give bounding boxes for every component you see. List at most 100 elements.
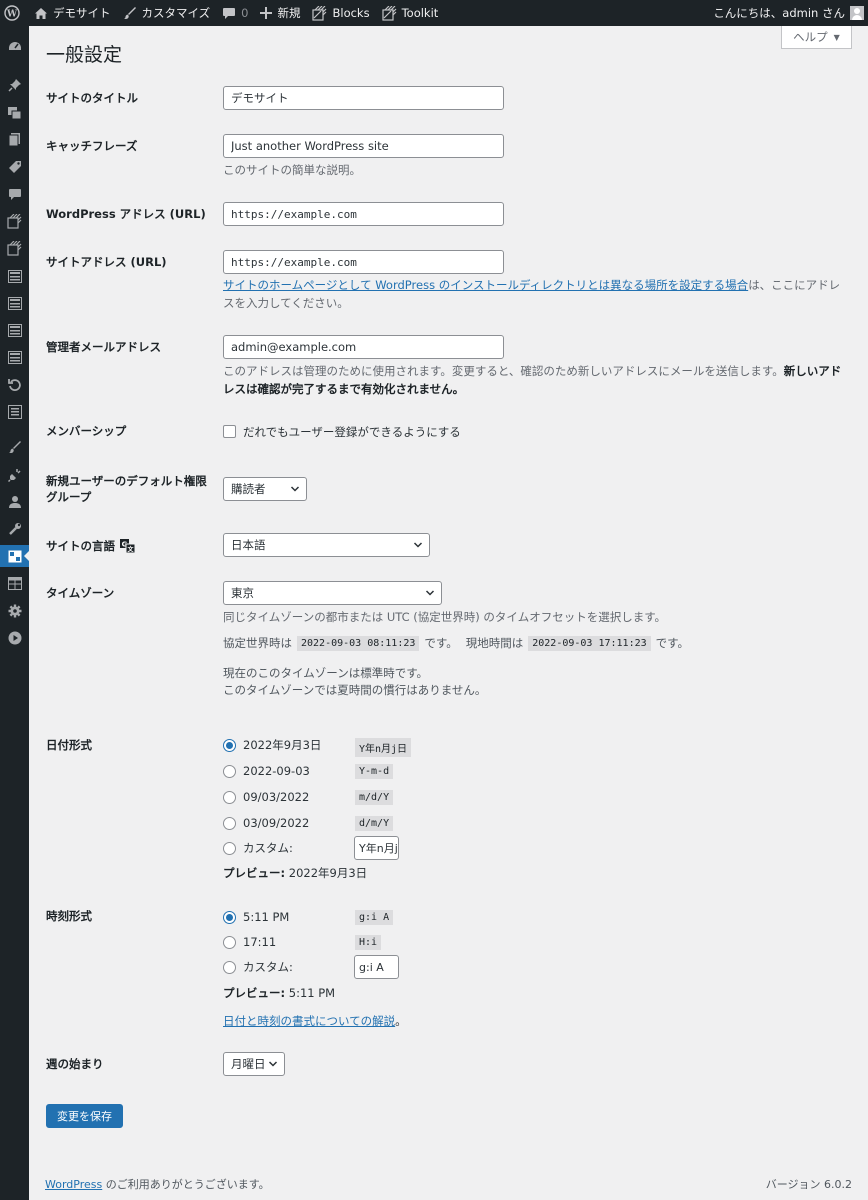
site-address-help-link[interactable]: サイトのホームページとして WordPress のインストールディレクトリとは異…: [223, 278, 748, 292]
wordpress-link[interactable]: WordPress: [45, 1178, 102, 1191]
time-format-code: g:i A: [355, 910, 394, 925]
site-title-input[interactable]: [223, 86, 504, 110]
blocks-label: Blocks: [332, 6, 370, 20]
appearance-icon[interactable]: [0, 436, 29, 458]
timezone-std-note: 現在のこのタイムゾーンは標準時です。: [223, 666, 429, 680]
tagline-description: このサイトの簡単な説明。: [223, 163, 361, 177]
tagline-input[interactable]: [223, 134, 504, 158]
radio-button[interactable]: [223, 960, 236, 974]
layout-icon-3[interactable]: [0, 319, 29, 341]
timezone-dst-note: このタイムゾーンでは夏時間の慣行はありません。: [223, 683, 487, 697]
site-language-select[interactable]: 日本語: [223, 533, 430, 557]
save-changes-button[interactable]: 変更を保存: [46, 1104, 123, 1128]
radio-button[interactable]: [223, 790, 236, 804]
site-name-menu[interactable]: デモサイト: [28, 0, 117, 26]
doc-suffix: 。: [395, 1014, 407, 1028]
new-label: 新規: [277, 6, 301, 20]
list-icon[interactable]: [0, 401, 29, 423]
tagline-label: キャッチフレーズ: [46, 139, 138, 153]
layout-icon-4[interactable]: [0, 346, 29, 368]
triangle-down-icon: ▼: [833, 32, 840, 42]
chevron-down-icon: [425, 590, 435, 596]
date-format-custom-label: カスタム:: [243, 841, 293, 855]
media-icon[interactable]: [0, 102, 29, 124]
utc-label: 協定世界時は: [223, 636, 292, 650]
date-format-option-label: 03/09/2022: [243, 816, 310, 830]
time-format-custom-input[interactable]: g:i A: [354, 955, 399, 979]
preview-label: プレビュー:: [223, 986, 286, 1000]
tools-icon[interactable]: [0, 518, 29, 540]
customize-menu[interactable]: カスタマイズ: [117, 0, 217, 26]
date-format-option[interactable]: 2022年9月3日: [223, 735, 321, 755]
page-title: 一般設定: [46, 44, 123, 66]
toolkit-label: Toolkit: [401, 6, 439, 20]
help-label: ヘルプ: [793, 30, 828, 44]
dashboard-icon[interactable]: [0, 36, 29, 58]
svg-text:W: W: [5, 10, 17, 20]
radio-button[interactable]: [223, 841, 236, 855]
admin-email-input[interactable]: [223, 335, 504, 359]
radio-button[interactable]: [223, 935, 236, 949]
help-tab-button[interactable]: ヘルプ ▼: [781, 26, 852, 49]
layout-icon-2[interactable]: [0, 292, 29, 314]
site-address-description: サイトのホームページとして WordPress のインストールディレクトリとは異…: [223, 276, 847, 312]
comments-menu-icon[interactable]: [0, 183, 29, 205]
membership-checkbox-label[interactable]: だれでもユーザー登録ができるようにする: [243, 425, 461, 439]
greeting-label: こんにちは、admin さん: [713, 6, 845, 20]
blocks-menu-icon[interactable]: [0, 210, 29, 232]
timezone-description: 同じタイムゾーンの都市または UTC (協定世界時) のタイムオフセットを選択し…: [223, 610, 667, 624]
toolkit-menu-icon[interactable]: [0, 237, 29, 259]
gear-icon[interactable]: [0, 600, 29, 622]
settings-menu-icon[interactable]: [0, 545, 29, 567]
layout-icon-1[interactable]: [0, 265, 29, 287]
play-icon[interactable]: [0, 627, 29, 649]
pages-icon[interactable]: [0, 129, 29, 151]
plugins-icon[interactable]: [0, 464, 29, 486]
wp-address-label: WordPress アドレス (URL): [46, 207, 206, 221]
local-label: 現地時間は: [465, 636, 524, 650]
default-role-select[interactable]: 購読者: [223, 477, 307, 501]
date-format-code: m/d/Y: [355, 790, 394, 805]
history-icon[interactable]: [0, 374, 29, 396]
toolkit-menu[interactable]: Toolkit: [376, 0, 445, 26]
admin-side-menu: [0, 26, 29, 1200]
radio-button[interactable]: [223, 816, 236, 830]
default-role-label: 新規ユーザーのデフォルト権限グループ: [46, 474, 207, 504]
comments-menu[interactable]: 0: [216, 0, 254, 26]
posts-pin-icon[interactable]: [0, 74, 29, 96]
local-suffix: です。: [655, 636, 689, 650]
radio-button[interactable]: [223, 764, 236, 778]
time-format-option[interactable]: 17:11: [223, 932, 276, 952]
date-format-custom-option[interactable]: カスタム:: [223, 838, 293, 858]
new-content-menu[interactable]: 新規: [254, 0, 306, 26]
time-format-option[interactable]: 5:11 PM: [223, 907, 289, 927]
admin-email-label: 管理者メールアドレス: [46, 340, 161, 354]
admin-bar: W デモサイト カスタマイズ 0 新規 Blocks Toolkit こんにちは…: [0, 0, 868, 26]
date-format-option[interactable]: 03/09/2022: [223, 813, 309, 833]
membership-field: だれでもユーザー登録ができるようにする: [223, 424, 461, 440]
my-account-menu[interactable]: こんにちは、admin さん: [707, 0, 868, 26]
radio-button[interactable]: [223, 738, 236, 752]
timezone-select[interactable]: 東京: [223, 581, 442, 605]
wp-address-input[interactable]: [223, 202, 504, 226]
comments-count: 0: [241, 6, 249, 20]
chevron-down-icon: [290, 486, 300, 492]
date-format-option[interactable]: 09/03/2022: [223, 787, 309, 807]
time-format-label: 時刻形式: [46, 909, 92, 923]
blocks-menu[interactable]: Blocks: [306, 0, 375, 26]
site-address-input[interactable]: [223, 250, 504, 274]
users-icon[interactable]: [0, 491, 29, 513]
week-start-label: 週の始まり: [46, 1057, 104, 1071]
week-start-select[interactable]: 月曜日: [223, 1052, 285, 1076]
membership-checkbox[interactable]: [223, 425, 236, 438]
site-language-label-row: サイトの言語 G文: [46, 538, 135, 554]
week-start-value: 月曜日: [231, 1057, 266, 1071]
time-format-custom-option[interactable]: カスタム:: [223, 957, 293, 977]
tag-icon[interactable]: [0, 156, 29, 178]
table-icon[interactable]: [0, 572, 29, 594]
wordpress-logo-icon[interactable]: W: [0, 0, 28, 26]
date-format-option[interactable]: 2022-09-03: [223, 761, 310, 781]
date-format-custom-input[interactable]: Y年n月j日: [354, 836, 399, 860]
date-time-doc-link[interactable]: 日付と時刻の書式についての解説: [223, 1014, 395, 1028]
radio-button[interactable]: [223, 910, 236, 924]
